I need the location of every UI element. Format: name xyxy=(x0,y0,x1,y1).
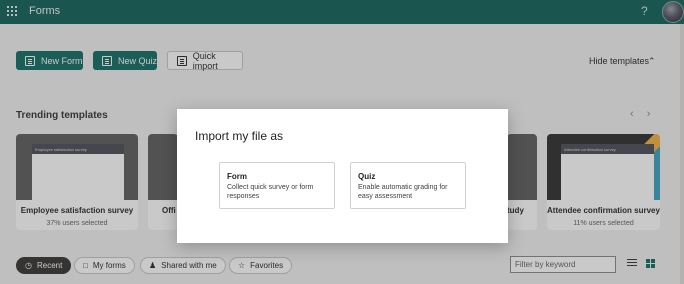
dialog-title: Import my file as xyxy=(195,129,284,143)
option-title: Form xyxy=(227,172,247,181)
option-description: Collect quick survey or form responses xyxy=(227,184,314,200)
option-title: Quiz xyxy=(358,172,376,181)
import-dialog: Import my file as Form Collect quick sur… xyxy=(177,109,508,243)
option-description: Enable automatic grading for easy assess… xyxy=(358,184,448,200)
import-as-form-option[interactable]: Form Collect quick survey or form respon… xyxy=(219,162,335,209)
import-as-quiz-option[interactable]: Quiz Enable automatic grading for easy a… xyxy=(350,162,466,209)
